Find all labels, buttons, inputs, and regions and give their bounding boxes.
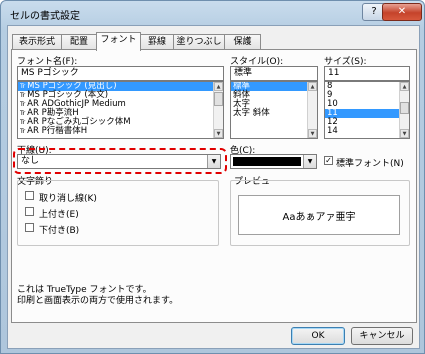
color-dropdown[interactable]: ▼	[230, 154, 317, 169]
ok-button[interactable]: OK	[291, 327, 345, 345]
scroll-up-icon[interactable]: ▲	[400, 82, 409, 91]
scroll-down-icon[interactable]: ▼	[400, 129, 409, 138]
font-tab-panel: フォント名(F): MS Pゴシック Tr MS Pゴシック (見出し) Tr …	[11, 49, 417, 323]
dialog-title: セルの書式設定	[10, 11, 80, 22]
superscript-label: 上付き(E)	[39, 210, 79, 220]
cancel-button[interactable]: キャンセル	[351, 327, 413, 345]
dialog-body: 表示形式 配置 フォント 罫線 塗りつぶし 保護 フォント名(F): MS Pゴ…	[7, 25, 420, 349]
list-item[interactable]: 8	[325, 82, 409, 91]
normal-font-label: 標準フォント(N)	[336, 159, 404, 169]
tab-alignment[interactable]: 配置	[61, 34, 97, 50]
font-note-line-2: 印刷と画面表示の両方で使用されます。	[17, 296, 179, 306]
tab-border[interactable]: 罫線	[140, 34, 174, 50]
title-bar: セルの書式設定 ? ✕	[1, 1, 424, 25]
font-name-list[interactable]: Tr MS Pゴシック (見出し) Tr MS Pゴシック (本文) Tr AR…	[17, 81, 224, 139]
scroll-down-icon[interactable]: ▼	[308, 129, 317, 138]
style-list[interactable]: 標準 斜体 太字 太字 斜体 ▲ ▼	[230, 81, 318, 139]
list-item[interactable]: 14	[325, 127, 409, 136]
font-list-scrollbar[interactable]: ▲ ▼	[213, 82, 223, 138]
subscript-label: 下付き(B)	[39, 226, 80, 236]
size-list[interactable]: 8 9 10 11 12 14 ▲ ▼	[324, 81, 410, 139]
tab-protection[interactable]: 保護	[224, 34, 261, 50]
strikethrough-label: 取り消し線(K)	[39, 194, 97, 204]
chevron-down-icon[interactable]: ▼	[303, 155, 316, 168]
scroll-up-icon[interactable]: ▲	[214, 82, 223, 91]
tab-font[interactable]: フォント	[96, 32, 141, 51]
style-input[interactable]: 標準	[230, 66, 318, 81]
size-list-scrollbar[interactable]: ▲ ▼	[399, 82, 409, 138]
tab-number-format[interactable]: 表示形式	[12, 34, 62, 50]
color-swatch	[233, 157, 301, 166]
close-button[interactable]: ✕	[382, 3, 422, 21]
scroll-thumb[interactable]	[214, 92, 223, 106]
size-input[interactable]: 11	[324, 66, 410, 81]
font-name-input[interactable]: MS Pゴシック	[17, 66, 224, 81]
highlight-annotation	[13, 148, 227, 174]
list-item[interactable]: 太字 斜体	[231, 109, 317, 118]
format-cells-dialog: セルの書式設定 ? ✕ 表示形式 配置 フォント 罫線 塗りつぶし 保護 フォン…	[0, 0, 425, 354]
scroll-down-icon[interactable]: ▼	[214, 129, 223, 138]
subscript-checkbox[interactable]	[25, 223, 34, 232]
scroll-up-icon[interactable]: ▲	[308, 82, 317, 91]
superscript-checkbox[interactable]	[25, 207, 34, 216]
style-list-scrollbar[interactable]: ▲ ▼	[307, 82, 317, 138]
strikethrough-checkbox[interactable]	[25, 191, 34, 200]
tab-fill[interactable]: 塗りつぶし	[173, 34, 225, 50]
preview-box: Aaあぁアァ亜宇	[238, 195, 400, 235]
preview-text: Aaあぁアァ亜宇	[282, 212, 356, 223]
normal-font-checkbox[interactable]: ✓	[324, 156, 333, 165]
scroll-thumb[interactable]	[400, 102, 409, 114]
list-item[interactable]: Tr AR P行楷書体H	[18, 127, 223, 136]
